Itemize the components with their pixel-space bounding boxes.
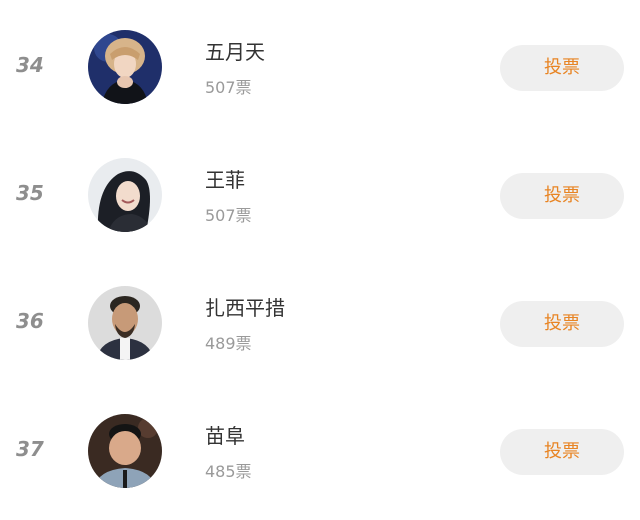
vote-count: 485票 [205,462,252,481]
avatar-photo-wangfei [88,158,162,232]
list-item: 36 扎西平措 489票 投票 [0,259,640,387]
vote-button[interactable]: 投票 [500,45,624,91]
list-item: 37 苗阜 485票 投票 [0,387,640,515]
avatar-photo-miaofu [88,414,162,488]
avatar-photo-zhaxipingcuo [88,286,162,360]
avatar[interactable] [88,286,162,360]
vote-button[interactable]: 投票 [500,173,624,219]
avatar[interactable] [88,414,162,488]
artist-name: 五月天 [205,40,265,64]
vote-button[interactable]: 投票 [500,429,624,475]
list-item: 35 王菲 507票 投票 [0,131,640,259]
artist-name: 王菲 [205,168,245,192]
vote-button[interactable]: 投票 [500,301,624,347]
list-item: 34 五月天 507票 投票 [0,3,640,131]
artist-name: 扎西平措 [205,296,285,320]
rank-number: 35 [16,181,44,205]
avatar[interactable] [88,30,162,104]
vote-count: 489票 [205,334,252,353]
vote-count: 507票 [205,206,252,225]
rank-number: 36 [16,309,44,333]
vote-count: 507票 [205,78,252,97]
avatar-photo-wuyuetian [88,30,162,104]
artist-name: 苗阜 [205,424,245,448]
avatar[interactable] [88,158,162,232]
ranking-list: 34 五月天 507票 投票 35 王菲 507票 投票 36 扎西平措 489… [0,0,640,520]
rank-number: 37 [16,437,44,461]
rank-number: 34 [16,53,44,77]
